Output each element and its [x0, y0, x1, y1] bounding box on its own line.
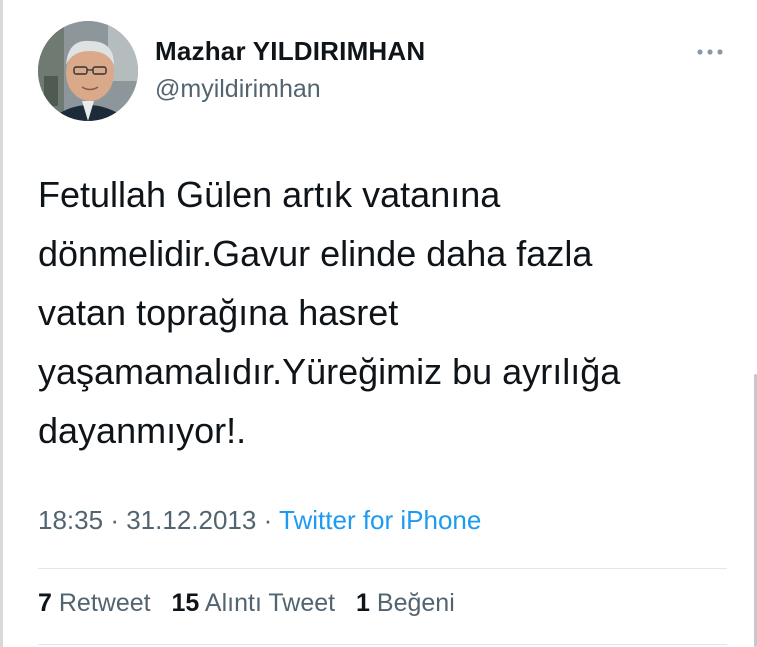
username-handle[interactable]: @myildirimhan	[155, 75, 321, 104]
tweet-stats: 7 Retweet 15 Alıntı Tweet 1 Beğeni	[38, 589, 469, 618]
tweet-source-link[interactable]: Twitter for iPhone	[279, 505, 481, 535]
tweet-time[interactable]: 18:35	[38, 505, 103, 535]
divider	[38, 644, 727, 645]
tweet-date[interactable]: 31.12.2013	[126, 505, 256, 535]
like-count-link[interactable]: 1 Beğeni	[356, 589, 455, 617]
tweet-text: Fetullah Gülen artık vatanına dönmelidir…	[38, 165, 718, 460]
display-name[interactable]: Mazhar YILDIRIMHAN	[155, 36, 425, 67]
like-count: 1	[356, 589, 370, 617]
avatar[interactable]	[38, 21, 138, 121]
more-options-button[interactable]	[692, 38, 728, 66]
meta-separator: ·	[263, 505, 273, 535]
left-border	[0, 0, 3, 647]
tweet-text-line: dönmelidir.Gavur elinde daha fazla	[38, 233, 593, 274]
quote-tweet-count: 15	[171, 589, 200, 617]
retweet-label: Retweet	[58, 589, 151, 617]
tweet-text-line: yaşamamalıdır.Yüreğimiz bu ayrılığa	[38, 351, 621, 392]
tweet-text-line: Fetullah Gülen artık vatanına	[38, 174, 501, 215]
profile-photo	[38, 21, 138, 121]
tweet-metadata: 18:35 · 31.12.2013 · Twitter for iPhone	[38, 505, 481, 536]
meta-separator: ·	[110, 505, 119, 535]
quote-tweet-count-link[interactable]: 15 Alıntı Tweet	[172, 589, 336, 617]
retweet-count-link[interactable]: 7 Retweet	[38, 589, 151, 617]
retweet-count: 7	[38, 589, 52, 617]
tweet-text-line: dayanmıyor!.	[38, 410, 247, 451]
ellipsis-icon	[697, 49, 723, 55]
quote-tweet-label: Alıntı Tweet	[204, 589, 336, 617]
divider	[38, 568, 727, 569]
tweet-text-line: vatan toprağına hasret	[38, 292, 399, 333]
like-label: Beğeni	[376, 589, 455, 617]
